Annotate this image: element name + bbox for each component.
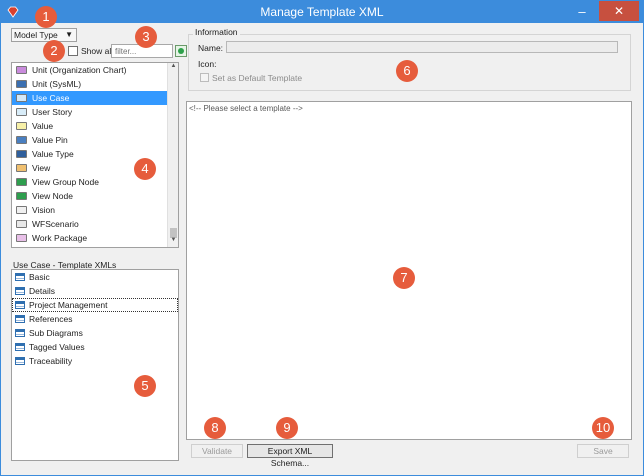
chevron-down-icon: ▼ — [65, 30, 73, 39]
callout-marker-4: 4 — [134, 158, 156, 180]
model-type-item[interactable]: Use Case — [12, 91, 168, 105]
template-xml-label: Basic — [29, 272, 50, 282]
validate-button: Validate — [191, 444, 243, 458]
unit-sysml-icon — [16, 80, 27, 88]
template-xml-item[interactable]: Sub Diagrams — [12, 326, 178, 340]
value-pin-icon — [16, 136, 27, 144]
template-xml-label: Project Management — [29, 300, 108, 310]
use-case-icon — [16, 94, 27, 102]
model-type-list[interactable]: Unit (Organization Chart) Unit (SysML) Use… — [11, 62, 179, 248]
callout-marker-8: 8 — [204, 417, 226, 439]
minimize-button[interactable]: – — [569, 1, 595, 23]
template-table-icon — [15, 287, 25, 295]
template-xml-item[interactable]: Project Management — [12, 298, 178, 312]
callout-marker-9: 9 — [276, 417, 298, 439]
export-xml-schema-button[interactable]: Export XML Schema... — [247, 444, 333, 468]
scroll-down-icon[interactable]: ▼ — [168, 237, 178, 247]
set-default-checkbox — [200, 73, 209, 82]
view-node-icon — [16, 192, 27, 200]
vertical-scrollbar[interactable]: ▲ ▼ — [167, 63, 178, 247]
value-type-icon — [16, 150, 27, 158]
show-all-label: Show all — [81, 46, 114, 56]
model-type-label: Vision — [32, 205, 55, 215]
set-default-label: Set as Default Template — [212, 73, 303, 83]
model-type-label: Value — [32, 121, 54, 131]
callout-marker-7: 7 — [393, 267, 415, 289]
callout-marker-1: 1 — [35, 6, 57, 28]
template-table-icon — [15, 343, 25, 351]
model-type-label: Value Pin — [32, 135, 68, 145]
model-type-label: Work Package — [32, 233, 88, 243]
callout-marker-3: 3 — [135, 26, 157, 48]
callout-marker-5: 5 — [134, 375, 156, 397]
template-xml-label: Tagged Values — [29, 342, 85, 352]
model-type-label: View — [32, 163, 51, 173]
model-type-label: Unit (Organization Chart) — [32, 65, 127, 75]
model-type-value: Model Type — [14, 30, 58, 40]
template-table-icon — [15, 329, 25, 337]
model-type-item[interactable]: Vision — [12, 203, 168, 217]
save-button: Save — [577, 444, 629, 458]
model-type-label: View Group Node — [32, 177, 99, 187]
show-all-checkbox[interactable] — [68, 46, 78, 56]
callout-marker-2: 2 — [43, 40, 65, 62]
model-type-label: XOR Operator — [32, 247, 86, 248]
template-xml-item[interactable]: Basic — [12, 270, 178, 284]
template-xml-label: Sub Diagrams — [29, 328, 83, 338]
model-type-item[interactable]: Value — [12, 119, 168, 133]
model-type-item[interactable]: Work Package — [12, 231, 168, 245]
model-type-item[interactable]: User Story — [12, 105, 168, 119]
template-xml-item[interactable]: References — [12, 312, 178, 326]
model-type-label: User Story — [32, 107, 73, 117]
icon-label: Icon: — [198, 59, 217, 69]
template-table-icon — [15, 273, 25, 281]
template-xml-item[interactable]: Details — [12, 284, 178, 298]
close-button[interactable]: ✕ — [599, 1, 639, 21]
model-type-item[interactable]: XOR Operator — [12, 245, 168, 248]
wfscenario-icon — [16, 220, 27, 228]
template-table-icon — [15, 301, 25, 309]
model-type-item[interactable]: Value Pin — [12, 133, 168, 147]
template-xml-label: Traceability — [29, 356, 73, 366]
title-bar: Manage Template XML – ✕ — [1, 1, 643, 23]
work-package-icon — [16, 234, 27, 242]
model-type-dropdown[interactable]: Model Type ▼ — [11, 28, 77, 42]
callout-marker-10: 10 — [592, 417, 614, 439]
apply-filter-icon[interactable] — [175, 45, 187, 57]
user-story-icon — [16, 108, 27, 116]
callout-marker-6: 6 — [396, 60, 418, 82]
information-legend: Information — [193, 27, 240, 37]
view-icon — [16, 164, 27, 172]
manage-template-xml-window: Manage Template XML – ✕ Model Type ▼ Sho… — [0, 0, 644, 476]
value-icon — [16, 122, 27, 130]
model-type-item[interactable]: View Node — [12, 189, 168, 203]
model-type-label: View Node — [32, 191, 73, 201]
model-type-item[interactable]: WFScenario — [12, 217, 168, 231]
view-group-node-icon — [16, 178, 27, 186]
template-xml-item[interactable]: Tagged Values — [12, 340, 178, 354]
template-xml-label: Details — [29, 286, 55, 296]
template-table-icon — [15, 357, 25, 365]
vision-icon — [16, 206, 27, 214]
model-type-rows: Unit (Organization Chart) Unit (SysML) Use… — [12, 63, 168, 248]
name-label: Name: — [198, 43, 224, 53]
template-xml-list[interactable]: Basic Details Project Management References… — [11, 269, 179, 461]
filter-bar: Show all — [13, 44, 187, 60]
name-field — [226, 41, 618, 53]
editor-placeholder-text: <!-- Please select a template --> — [189, 104, 303, 113]
model-type-label: WFScenario — [32, 219, 79, 229]
model-type-label: Unit (SysML) — [32, 79, 82, 89]
unit-org-chart-icon — [16, 66, 27, 74]
template-xml-label: References — [29, 314, 73, 324]
model-type-item[interactable]: Unit (SysML) — [12, 77, 168, 91]
template-table-icon — [15, 315, 25, 323]
scroll-up-icon[interactable]: ▲ — [168, 63, 178, 73]
window-title: Manage Template XML — [260, 5, 384, 19]
model-type-label: Value Type — [32, 149, 74, 159]
model-type-label: Use Case — [32, 93, 70, 103]
template-xml-item[interactable]: Traceability — [12, 354, 178, 368]
model-type-item[interactable]: Unit (Organization Chart) — [12, 63, 168, 77]
